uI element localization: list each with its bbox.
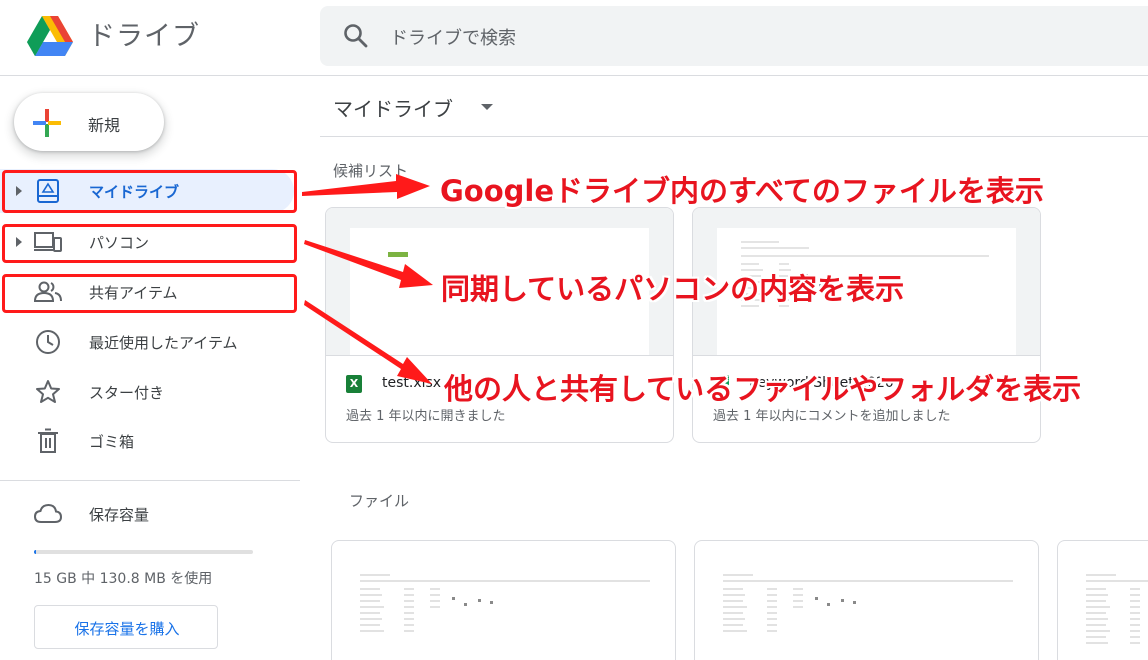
buy-storage-button[interactable]: 保存容量を購入 — [34, 605, 218, 649]
file-card[interactable] — [694, 540, 1039, 660]
file-name: test.xlsx — [382, 375, 442, 391]
sidebar-item-label: 最近使用したアイテム — [89, 334, 238, 352]
main-divider — [320, 136, 1148, 137]
sidebar-item-storage[interactable]: 保存容量 — [0, 492, 300, 536]
sidebar-item-label: 保存容量 — [89, 506, 150, 524]
storage-usage-text: 15 GB 中 130.8 MB を使用 — [34, 571, 213, 587]
search-bar[interactable]: ドライブで検索 — [320, 6, 1148, 66]
sidebar-item-recent[interactable]: 最近使用したアイテム — [0, 320, 300, 364]
files-section-label: ファイル — [349, 492, 410, 510]
annotation-label-my-drive: Googleドライブ内のすべてのファイルを表示 — [440, 174, 1044, 208]
new-button-label: 新規 — [88, 116, 121, 135]
search-input[interactable]: ドライブで検索 — [390, 24, 516, 50]
annotation-label-computers: 同期しているパソコンの内容を表示 — [441, 272, 905, 306]
annotation-box-my-drive — [2, 170, 297, 213]
plus-icon — [33, 109, 61, 137]
chevron-down-icon[interactable] — [481, 104, 493, 110]
file-card[interactable] — [331, 540, 676, 660]
excel-icon: X — [346, 375, 362, 393]
spreadsheet-preview-icon — [1086, 574, 1148, 644]
annotation-label-shared: 他の人と共有しているファイルやフォルダを表示 — [444, 372, 1082, 406]
storage-progress-fill — [34, 550, 36, 554]
app-name: ドライブ — [88, 21, 200, 52]
search-icon[interactable] — [342, 22, 370, 50]
sidebar-item-label: ゴミ箱 — [89, 433, 135, 451]
top-bar: ドライブ ドライブで検索 — [0, 0, 1148, 76]
file-card[interactable] — [1057, 540, 1148, 660]
google-drive-logo-icon[interactable] — [26, 14, 74, 58]
drive-window: ドライブ ドライブで検索 新規 マイドライブ パソコン 共有アイテム 最近使用し… — [0, 0, 1148, 660]
annotation-box-shared — [2, 274, 297, 313]
sidebar-item-starred[interactable]: スター付き — [0, 370, 300, 414]
cloud-icon — [34, 503, 62, 523]
sidebar-divider — [0, 480, 300, 481]
spreadsheet-preview-icon — [723, 574, 1013, 632]
annotation-box-computers — [2, 224, 297, 263]
sidebar-item-trash[interactable]: ゴミ箱 — [0, 419, 300, 463]
storage-progress-bar — [34, 550, 253, 554]
sidebar-item-label: スター付き — [89, 384, 165, 402]
buy-storage-label: 保存容量を購入 — [74, 620, 180, 638]
trash-icon — [38, 428, 58, 453]
star-icon — [36, 380, 60, 403]
spreadsheet-preview-icon — [360, 574, 650, 632]
page-title[interactable]: マイドライブ — [333, 93, 453, 122]
suggested-section-label: 候補リスト — [333, 162, 409, 180]
new-button[interactable]: 新規 — [14, 93, 164, 151]
clock-icon — [36, 330, 60, 354]
thumbnail-bar-icon — [388, 252, 408, 257]
